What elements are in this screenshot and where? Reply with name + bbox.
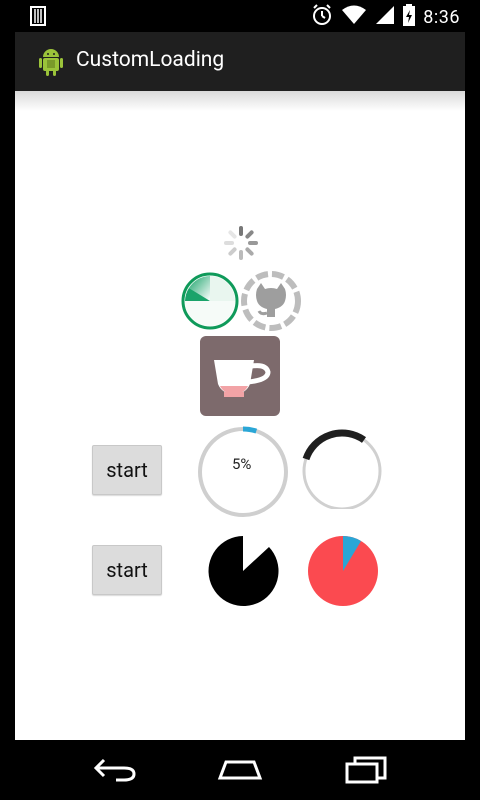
android-icon bbox=[35, 45, 67, 81]
red-pie-loader bbox=[307, 535, 379, 611]
alarm-icon bbox=[311, 4, 333, 30]
start-button-2[interactable]: start bbox=[92, 545, 162, 595]
signal-icon bbox=[375, 5, 395, 29]
home-icon[interactable] bbox=[216, 754, 264, 788]
content-area: start 5% start bbox=[15, 91, 465, 740]
github-icon bbox=[239, 269, 303, 337]
navigation-bar bbox=[0, 740, 480, 800]
sim-icon bbox=[30, 6, 46, 30]
recents-icon[interactable] bbox=[343, 754, 389, 788]
wifi-icon bbox=[341, 5, 367, 29]
teacup-icon bbox=[200, 336, 280, 416]
arc-ring-loader bbox=[300, 425, 384, 513]
spinner-icon bbox=[223, 225, 259, 265]
green-circle-loader bbox=[179, 270, 241, 336]
battery-icon bbox=[403, 4, 416, 30]
black-pie-loader bbox=[207, 535, 279, 611]
status-time: 8:36 bbox=[423, 6, 460, 28]
status-bar: 8:36 bbox=[0, 0, 480, 32]
content-shadow bbox=[15, 91, 465, 111]
app-title: CustomLoading bbox=[76, 48, 225, 72]
back-icon[interactable] bbox=[92, 754, 138, 788]
action-bar: CustomLoading bbox=[15, 32, 465, 92]
percent-label: 5% bbox=[232, 455, 252, 473]
percent-ring-loader bbox=[196, 425, 290, 523]
start-button-1[interactable]: start bbox=[92, 445, 162, 495]
